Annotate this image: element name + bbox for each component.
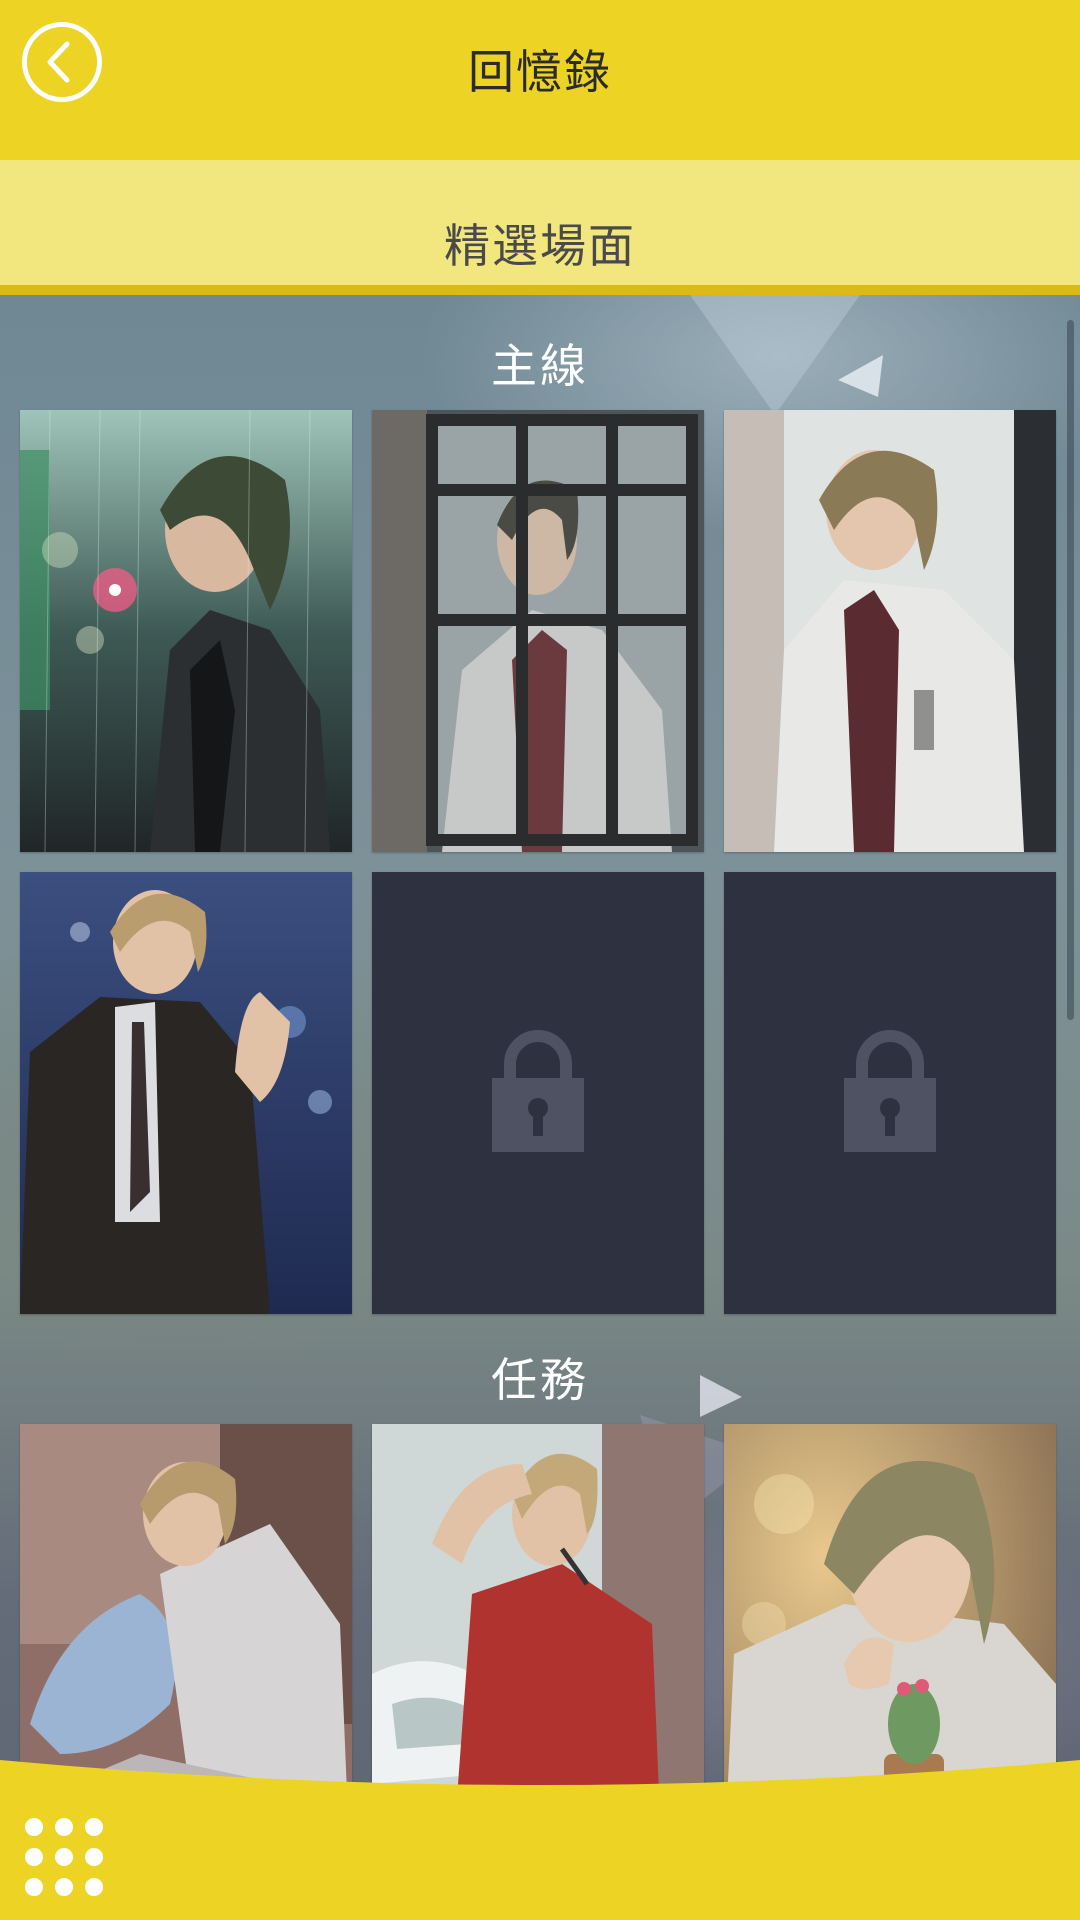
scene-card[interactable] xyxy=(724,410,1056,852)
scene-card[interactable] xyxy=(20,410,352,852)
page-title: 回憶錄 xyxy=(468,45,612,99)
scene-card[interactable] xyxy=(20,872,352,1314)
section-header-title: 精選場面 xyxy=(444,219,636,273)
footer-bar xyxy=(0,1760,1080,1920)
locked-scene-card[interactable] xyxy=(724,872,1056,1314)
menu-button[interactable] xyxy=(22,1815,106,1899)
header-curve xyxy=(0,110,1080,160)
section-title-missions: 任務 xyxy=(491,1353,589,1407)
section-title-main-story: 主線 xyxy=(491,339,589,393)
grid-menu-icon xyxy=(25,1818,103,1896)
locked-scene-card[interactable] xyxy=(372,872,704,1314)
scene-illustration xyxy=(724,410,1056,852)
lock-icon xyxy=(844,1030,936,1152)
scene-illustration xyxy=(372,410,704,852)
lock-icon xyxy=(492,1030,584,1152)
scene-card[interactable] xyxy=(372,410,704,852)
scene-illustration xyxy=(20,410,352,852)
scrollbar[interactable] xyxy=(1067,320,1074,1020)
scene-illustration xyxy=(20,872,352,1314)
